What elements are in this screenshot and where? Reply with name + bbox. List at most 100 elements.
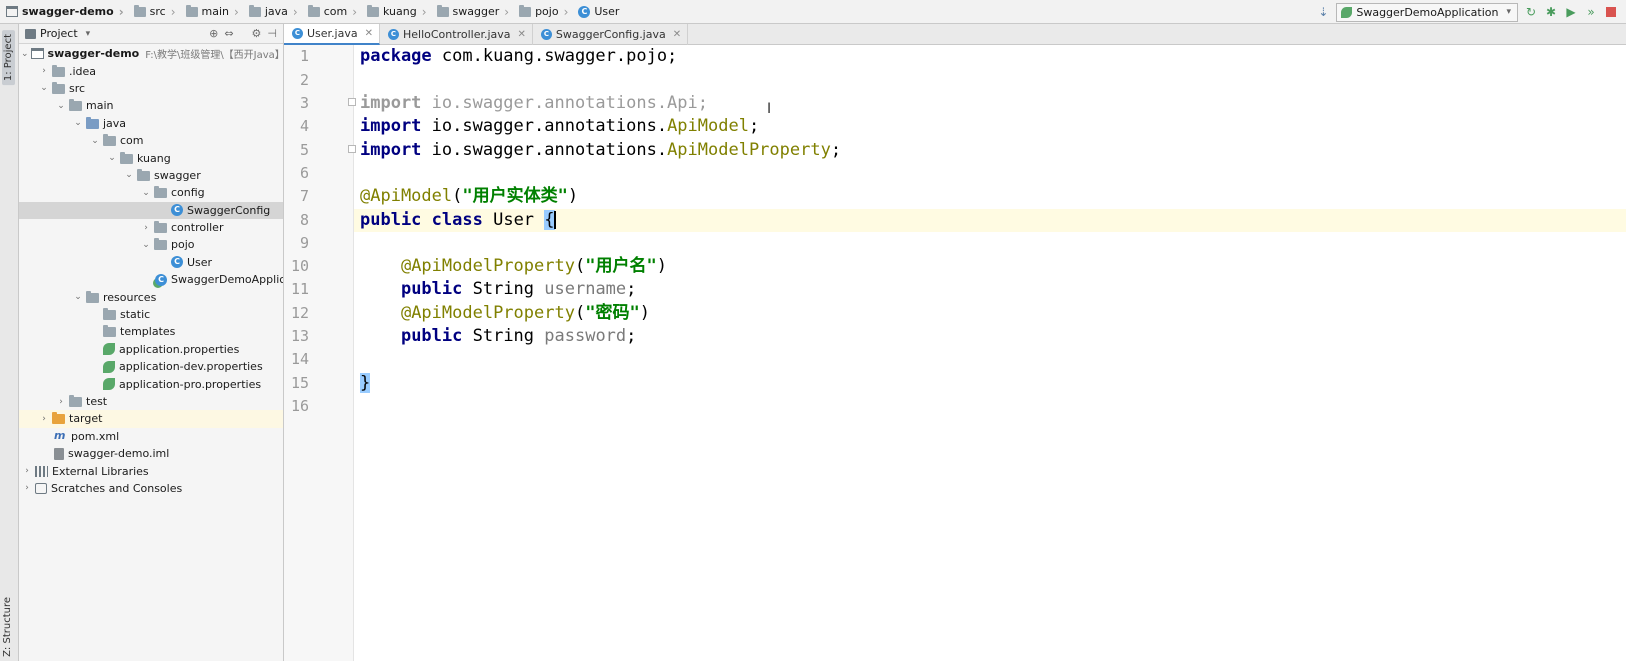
run-configuration-select[interactable]: SwaggerDemoApplication ▾ [1336, 2, 1518, 22]
folder-icon [519, 4, 532, 17]
project-panel: Project ▾ ⊕ ⇔ ⚙ ⊣ ⌄ swagger-demo F:\教学\班… [19, 24, 284, 661]
folder-icon [133, 4, 146, 17]
breadcrumb-pojo[interactable]: pojo › [513, 0, 572, 24]
debug-icon[interactable]: ✱ [1544, 5, 1558, 19]
breadcrumb-main[interactable]: main › [180, 0, 243, 24]
mouse-ibeam-cursor: I [767, 101, 772, 117]
code-token: ; [626, 279, 637, 300]
chevron-right-icon: › [118, 4, 124, 19]
breadcrumb-java[interactable]: java › [243, 0, 302, 24]
tree-item-properties-pro[interactable]: application-pro.properties [19, 375, 283, 392]
tree-item-static[interactable]: static [19, 306, 283, 323]
code-line-4: import io.swagger.annotations.ApiModel; [354, 115, 1626, 138]
editor-gutter[interactable]: 1 2 3 4 5 6 7 8 9 10 11 12 13 14 15 16 [284, 45, 356, 661]
tree-item-test[interactable]: › test [19, 393, 283, 410]
tree-item-properties-dev[interactable]: application-dev.properties [19, 358, 283, 375]
build-icon[interactable]: ⇣ [1316, 5, 1330, 19]
tree-item-swagger[interactable]: ⌄ swagger [19, 167, 283, 184]
line-number: 13 [290, 327, 309, 345]
locate-icon[interactable]: ⊕ [209, 27, 218, 40]
breadcrumb-src[interactable]: src › [128, 0, 180, 24]
profile-icon[interactable]: » [1584, 5, 1598, 19]
code-token: import [360, 93, 422, 113]
tree-item-controller[interactable]: › controller [19, 219, 283, 236]
code-token: import [360, 139, 422, 160]
tree-item-application[interactable]: C SwaggerDemoApplicati [19, 271, 283, 288]
code-token: ( [452, 186, 463, 207]
coverage-icon[interactable]: ▶ [1564, 5, 1578, 19]
excluded-folder-icon [52, 412, 65, 425]
structure-tool-tab[interactable]: Z: Structure [2, 597, 13, 657]
package-icon [103, 134, 116, 147]
breadcrumb-label: swagger [452, 5, 500, 18]
tree-item-external-libraries[interactable]: › External Libraries [19, 462, 283, 479]
tree-item-java[interactable]: ⌄ java [19, 115, 283, 132]
module-icon [30, 48, 44, 60]
collapse-all-icon[interactable]: ⇔ [224, 27, 233, 40]
spring-boot-icon [1341, 6, 1353, 18]
tree-item-src[interactable]: ⌄ src [19, 80, 283, 97]
tab-swaggerconfig-java[interactable]: C SwaggerConfig.java ✕ [533, 24, 689, 45]
breadcrumb-swagger[interactable]: swagger › [431, 0, 514, 24]
tree-label: static [120, 308, 151, 322]
code-token: User [482, 209, 545, 230]
code-line-7: @ApiModel("用户实体类") [354, 185, 1626, 208]
breadcrumb-com[interactable]: com › [302, 0, 361, 24]
code-token: public [400, 279, 463, 300]
tree-item-main[interactable]: ⌄ main [19, 97, 283, 114]
package-icon [120, 151, 133, 164]
chevron-right-icon: › [25, 483, 29, 494]
gear-icon[interactable]: ⚙ [252, 27, 262, 40]
tree-item-pom[interactable]: m pom.xml [19, 428, 283, 445]
code-token: ; [830, 139, 842, 160]
code-line-3: import io.swagger.annotations.Api; [354, 92, 1626, 115]
tree-item-resources[interactable]: ⌄ resources [19, 288, 283, 305]
breadcrumb-label: swagger-demo [22, 5, 114, 18]
tree-item-target[interactable]: › target [19, 410, 283, 428]
hide-icon[interactable]: ⊣ [267, 27, 277, 40]
tree-item-idea[interactable]: › .idea [19, 62, 283, 79]
breadcrumb-kuang[interactable]: kuang › [361, 0, 431, 24]
breadcrumb-user[interactable]: C User [572, 0, 623, 24]
code-token: io.swagger.annotations. [421, 116, 668, 137]
code-token: @ApiModelProperty [400, 256, 575, 277]
tree-item-user[interactable]: C User [19, 254, 283, 271]
close-icon[interactable]: ✕ [365, 28, 373, 39]
tab-hellocontroller-java[interactable]: C HelloController.java ✕ [380, 24, 533, 45]
close-icon[interactable]: ✕ [518, 29, 526, 40]
tree-item-swaggerconfig[interactable]: C SwaggerConfig [19, 201, 283, 219]
tab-user-java[interactable]: C User.java ✕ [284, 24, 380, 45]
project-tool-tab[interactable]: 1: Project [2, 30, 15, 86]
code-token: ApiModelProperty [667, 139, 831, 160]
code-token: ) [567, 186, 579, 207]
code-token: com.kuang.swagger.pojo; [431, 46, 678, 67]
class-icon: C [388, 29, 399, 40]
project-view-select[interactable]: Project ▾ [25, 27, 90, 40]
code-token: ( [574, 302, 586, 323]
tree-item-root[interactable]: ⌄ swagger-demo F:\教学\班级管理\【西开Java】19 [19, 45, 283, 62]
line-number: 12 [290, 303, 309, 322]
chevron-right-icon: › [234, 4, 239, 19]
tree-item-kuang[interactable]: ⌄ kuang [19, 149, 283, 166]
tree-label: .idea [69, 64, 97, 78]
code-token: ; [748, 116, 760, 137]
tree-item-config[interactable]: ⌄ config [19, 184, 283, 201]
close-icon[interactable]: ✕ [673, 29, 681, 40]
chevron-down-icon: ⌄ [125, 170, 133, 181]
tree-label: application-dev.properties [119, 360, 263, 374]
rerun-icon[interactable]: ↻ [1524, 5, 1538, 19]
tree-item-scratches[interactable]: › Scratches and Consoles [19, 480, 283, 497]
folder-icon [103, 325, 116, 338]
tree-label: pojo [171, 238, 195, 252]
tree-item-templates[interactable]: templates [19, 323, 283, 340]
tree-item-iml[interactable]: swagger-demo.iml [19, 445, 283, 462]
stop-icon[interactable] [1604, 5, 1618, 19]
code-editor[interactable]: package com.kuang.swagger.pojo; import i… [354, 45, 1626, 661]
breadcrumb-project[interactable]: swagger-demo › [0, 0, 128, 24]
tree-item-com[interactable]: ⌄ com [19, 132, 283, 149]
tree-item-properties[interactable]: application.properties [19, 341, 283, 358]
tree-item-pojo[interactable]: ⌄ pojo [19, 236, 283, 253]
code-line-5: import io.swagger.annotations.ApiModelPr… [354, 139, 1626, 162]
tree-label: resources [103, 290, 157, 304]
code-token: username [544, 279, 627, 300]
